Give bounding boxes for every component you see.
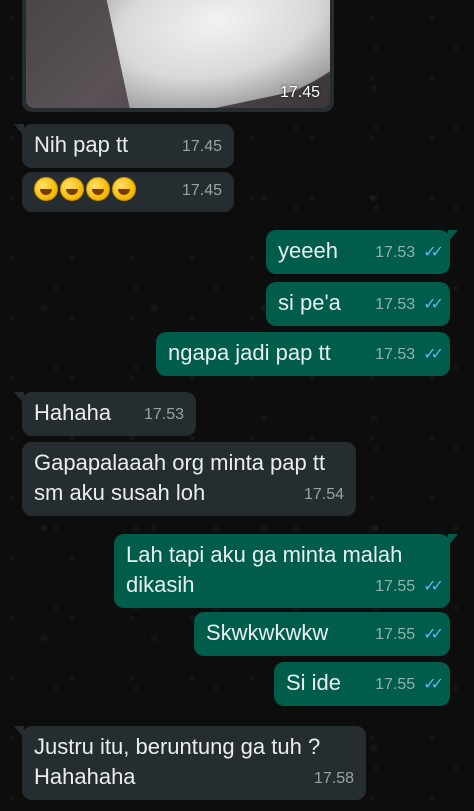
message-time: 17.55 xyxy=(375,676,416,693)
message-incoming[interactable]: Justru itu, beruntung ga tuh ? Hahahaha … xyxy=(14,726,366,800)
message-meta: 17.55 ✓✓ xyxy=(375,572,444,602)
message-text: Si ide xyxy=(286,670,342,695)
emoji-group xyxy=(34,177,136,201)
double-check-icon: ✓✓ xyxy=(423,578,444,595)
message-time: 17.53 xyxy=(375,244,416,261)
message-text: si pe'a xyxy=(278,290,341,315)
message-time: 17.53 xyxy=(375,346,416,363)
message-meta: 17.55 ✓✓ xyxy=(375,620,444,650)
message-text: ngapa jadi pap tt xyxy=(168,340,331,365)
message-time: 17.55 xyxy=(375,578,416,595)
message-meta: 17.45 xyxy=(182,132,222,162)
message-outgoing[interactable]: Lah tapi aku ga minta malah dikasih 17.5… xyxy=(114,534,458,608)
message-time: 17.45 xyxy=(181,138,222,155)
message-time: 17.55 xyxy=(375,626,416,643)
message-outgoing[interactable]: si pe'a 17.53 ✓✓ xyxy=(266,282,450,326)
photo-thumbnail[interactable]: 17.45 xyxy=(26,0,330,108)
double-check-icon: ✓✓ xyxy=(423,244,444,261)
rofl-emoji-icon xyxy=(112,177,136,201)
double-check-icon: ✓✓ xyxy=(423,346,444,363)
message-outgoing[interactable]: yeeeh 17.53 ✓✓ xyxy=(266,230,458,274)
message-time: 17.45 xyxy=(279,84,320,101)
image-message[interactable]: 17.45 xyxy=(22,0,334,112)
message-text: Skwkwkwkw xyxy=(206,620,329,645)
chat-area[interactable]: 17.45 Nih pap tt 17.45 17.45 yeeeh 17.53… xyxy=(0,0,474,811)
double-check-icon: ✓✓ xyxy=(423,676,444,693)
message-outgoing[interactable]: ngapa jadi pap tt 17.53 ✓✓ xyxy=(156,332,450,376)
message-text: Nih pap tt xyxy=(34,132,129,157)
double-check-icon: ✓✓ xyxy=(423,626,444,643)
rofl-emoji-icon xyxy=(86,177,110,201)
message-incoming[interactable]: Hahaha 17.53 xyxy=(14,392,196,436)
message-time: 17.53 xyxy=(375,296,416,313)
message-text: yeeeh xyxy=(278,238,338,263)
message-meta: 17.53 ✓✓ xyxy=(375,238,444,268)
message-time: 17.54 xyxy=(303,486,344,503)
message-text: Gapapalaaah org minta pap tt sm aku susa… xyxy=(34,450,326,505)
rofl-emoji-icon xyxy=(60,177,84,201)
message-meta: 17.55 ✓✓ xyxy=(375,670,444,700)
message-meta: 17.53 ✓✓ xyxy=(375,290,444,320)
message-time: 17.45 xyxy=(181,182,222,199)
message-time: 17.53 xyxy=(143,406,184,423)
double-check-icon: ✓✓ xyxy=(423,296,444,313)
message-meta: 17.54 xyxy=(304,480,344,510)
rofl-emoji-icon xyxy=(34,177,58,201)
message-outgoing[interactable]: Skwkwkwkw 17.55 ✓✓ xyxy=(194,612,450,656)
message-meta: 17.45 xyxy=(182,176,222,206)
message-incoming[interactable]: Nih pap tt 17.45 xyxy=(14,124,234,168)
message-outgoing[interactable]: Si ide 17.55 ✓✓ xyxy=(274,662,450,706)
message-meta: 17.53 ✓✓ xyxy=(375,340,444,370)
message-text: Hahaha xyxy=(34,400,112,425)
message-incoming[interactable]: Gapapalaaah org minta pap tt sm aku susa… xyxy=(22,442,356,516)
message-meta: 17.53 xyxy=(144,400,184,430)
message-text: Lah tapi aku ga minta malah dikasih xyxy=(126,542,403,597)
message-meta: 17.58 xyxy=(314,764,354,794)
message-text: Justru itu, beruntung ga tuh ? Hahahaha xyxy=(34,734,321,789)
message-incoming[interactable]: 17.45 xyxy=(22,172,234,212)
message-time: 17.58 xyxy=(313,770,354,787)
